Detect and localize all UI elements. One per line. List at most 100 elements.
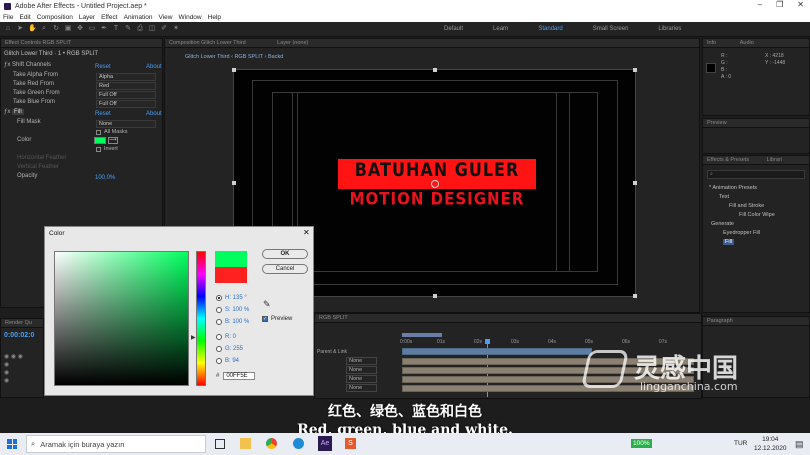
preview-title[interactable]: Preview [703, 119, 809, 128]
green-radio[interactable]: G: 255 [216, 344, 243, 354]
close-icon[interactable]: ✕ [303, 228, 310, 237]
menu-animation[interactable]: Animation [124, 14, 153, 21]
camera-tool-icon[interactable]: ▣ [64, 25, 72, 33]
restore-icon[interactable]: ❐ [776, 0, 783, 9]
menu-window[interactable]: Window [179, 14, 202, 21]
transform-handle[interactable] [433, 68, 437, 72]
radio-icon[interactable] [216, 346, 222, 352]
workspace-learn[interactable]: Learn [493, 26, 508, 32]
taskbar-clock[interactable]: 19:04 12.12.2020 [754, 435, 787, 453]
red-value[interactable]: R: 0 [225, 334, 236, 340]
edge-icon[interactable] [293, 438, 304, 449]
home-icon[interactable]: ⌂ [4, 25, 12, 33]
anchor-point-icon[interactable] [431, 180, 439, 188]
rectangle-tool-icon[interactable]: ▭ [88, 25, 96, 33]
breadcrumb-rgb-split[interactable]: RGB SPLIT [234, 54, 263, 60]
menu-layer[interactable]: Layer [79, 14, 95, 21]
fill-effect-header[interactable]: ƒx Fill [4, 109, 24, 118]
zoom-tool-icon[interactable]: ⌕ [40, 25, 48, 33]
clone-stamp-tool-icon[interactable]: ⎙ [136, 25, 144, 33]
parent-dropdown[interactable]: None [346, 366, 378, 374]
workspace-standard[interactable]: Standard [538, 26, 562, 32]
radio-icon[interactable] [216, 319, 222, 325]
menu-edit[interactable]: Edit [19, 14, 30, 21]
libraries-tab[interactable]: Librari [767, 157, 782, 163]
layer-row[interactable]: None [316, 384, 402, 393]
invert-checkbox[interactable]: Invert [96, 146, 118, 152]
take-alpha-dropdown[interactable]: Alpha [96, 73, 156, 81]
after-effects-taskbar-icon[interactable]: Ae [318, 436, 332, 451]
hue-slider[interactable] [196, 251, 206, 386]
effect-controls-tab[interactable]: Effect Controls RGB SPLIT [1, 39, 162, 48]
render-queue-tab[interactable]: Render Qu [1, 319, 43, 328]
tree-eyedropper-fill[interactable]: Eyedropper Fill [709, 229, 775, 238]
fill-reset[interactable]: Reset [95, 111, 111, 117]
red-radio[interactable]: R: 0 [216, 332, 236, 342]
hue-slider-marker-icon[interactable]: ▶ [191, 334, 196, 341]
transform-handle[interactable] [633, 181, 637, 185]
info-tab[interactable]: Info [707, 40, 716, 46]
layer-row[interactable]: None [316, 375, 402, 384]
hue-radio[interactable]: H: 135 ° [216, 293, 247, 303]
brightness-radio[interactable]: B: 100 % [216, 317, 249, 327]
menu-effect[interactable]: Effect [101, 14, 118, 21]
fill-mask-dropdown[interactable]: None [96, 120, 156, 128]
layer-duration-bar[interactable] [402, 348, 592, 355]
layer-row[interactable]: None [316, 357, 402, 366]
roto-brush-tool-icon[interactable]: ✐ [160, 25, 168, 33]
breadcrumb-comp[interactable]: Glitch Lower Third [185, 54, 230, 60]
blue-radio[interactable]: B: 94 [216, 356, 239, 366]
windows-start-icon[interactable] [7, 439, 17, 449]
parent-dropdown[interactable]: None [346, 357, 378, 365]
transform-handle[interactable] [633, 68, 637, 72]
radio-icon[interactable] [216, 358, 222, 364]
saturation-value[interactable]: S: 100 % [225, 307, 249, 313]
eyedropper-icon[interactable]: ✎ [263, 299, 271, 310]
eyedropper-icon[interactable]: ⟶ [108, 137, 118, 144]
cancel-button[interactable]: Cancel [262, 264, 308, 274]
take-green-dropdown[interactable]: Full Off [96, 91, 156, 99]
fx-icon[interactable]: ƒx [4, 62, 10, 68]
layer-row[interactable]: None [316, 366, 402, 375]
menu-view[interactable]: View [159, 14, 173, 21]
layer-tab[interactable]: Layer (none) [277, 40, 308, 46]
radio-icon[interactable] [216, 307, 222, 313]
saturation-brightness-field[interactable] [54, 251, 189, 386]
shift-channels-about[interactable]: About [146, 64, 162, 70]
menu-file[interactable]: File [3, 14, 13, 21]
all-masks-checkbox[interactable]: All Masks [96, 129, 128, 135]
radio-icon[interactable] [216, 295, 222, 301]
language-indicator[interactable]: TUR [734, 440, 747, 447]
rotate-tool-icon[interactable]: ↻ [52, 25, 60, 33]
ok-button[interactable]: OK [262, 249, 308, 259]
menu-composition[interactable]: Composition [37, 14, 73, 21]
fill-color-swatch[interactable] [94, 137, 106, 144]
paragraph-title[interactable]: Paragraph [703, 317, 809, 326]
shift-channels-reset[interactable]: Reset [95, 64, 111, 70]
breadcrumb-backd[interactable]: Backd [268, 54, 283, 60]
effects-presets-tab[interactable]: Effects & Presets [707, 157, 749, 163]
green-value[interactable]: G: 255 [225, 346, 243, 352]
take-red-dropdown[interactable]: Red [96, 82, 156, 90]
parent-dropdown[interactable]: None [346, 384, 378, 392]
work-area-bar[interactable] [402, 333, 442, 337]
chrome-icon[interactable] [266, 438, 277, 449]
brightness-value[interactable]: B: 100 % [225, 319, 249, 325]
workspace-libraries[interactable]: Libraries [658, 26, 681, 32]
pen-tool-icon[interactable]: ✒ [100, 25, 108, 33]
saturation-radio[interactable]: S: 100 % [216, 305, 249, 315]
notifications-icon[interactable]: ▤ [795, 439, 804, 450]
take-blue-dropdown[interactable]: Full Off [96, 100, 156, 108]
tree-text[interactable]: Text [709, 193, 775, 202]
eye-icon[interactable]: ◉ [4, 377, 42, 385]
tree-fill-color-wipe[interactable]: Fill Color Wipe [709, 211, 775, 220]
eraser-tool-icon[interactable]: ◫ [148, 25, 156, 33]
type-tool-icon[interactable]: T [112, 25, 120, 33]
current-timecode[interactable]: 0:00:02:0 [4, 332, 34, 339]
transform-handle[interactable] [433, 294, 437, 298]
taskbar-search-box[interactable]: ⌕ Aramak için buraya yazın [26, 435, 206, 453]
tree-animation-presets[interactable]: * Animation Presets [709, 184, 775, 193]
composition-tab[interactable]: Composition Glitch Lower Third [169, 40, 246, 46]
transform-handle[interactable] [633, 294, 637, 298]
close-icon[interactable]: ✕ [797, 0, 804, 9]
